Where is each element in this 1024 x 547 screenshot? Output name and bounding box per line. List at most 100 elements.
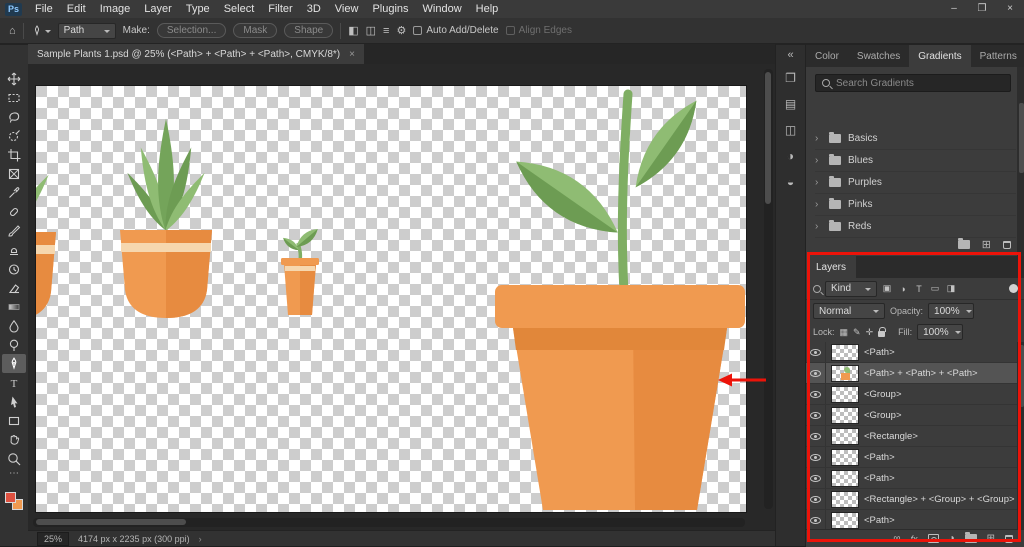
tab-swatches[interactable]: Swatches [848,45,909,67]
gradient-folder-purples[interactable]: › Purples [815,172,1016,194]
layer-row[interactable]: <Path> [806,447,1017,468]
visibility-cell[interactable] [806,426,826,446]
close-tab-icon[interactable]: × [349,49,355,60]
document-tab[interactable]: Sample Plants 1.psd @ 25% (<Path> + <Pat… [28,44,364,64]
filter-shape-icon[interactable]: ▭ [929,283,941,294]
tool-brush[interactable] [2,221,26,240]
new-layer-icon[interactable]: ⊞ [987,533,995,544]
align-edges-checkbox[interactable]: Align Edges [506,25,572,36]
lock-transparency-icon[interactable]: ▦ [840,327,849,338]
scrollbar-thumb[interactable] [765,72,771,204]
layer-row[interactable]: <Group> [806,384,1017,405]
zoom-level[interactable]: 25% [37,532,69,546]
new-gradient-icon[interactable]: ⊞ [982,238,991,251]
delete-layer-icon[interactable] [1005,535,1013,543]
visibility-eye-icon[interactable] [810,475,821,482]
tool-object-selection[interactable] [2,126,26,145]
menu-window[interactable]: Window [416,0,469,18]
tool-dodge[interactable] [2,335,26,354]
layer-thumbnail[interactable] [832,429,858,444]
fill-dropdown[interactable]: 100% [917,324,963,340]
scrollbar-thumb[interactable] [1019,345,1024,407]
tab-patterns[interactable]: Patterns [971,45,1024,67]
visibility-eye-icon[interactable] [810,517,821,524]
layer-row[interactable]: <Group> [806,405,1017,426]
tool-pen[interactable] [2,354,26,373]
visibility-cell[interactable] [806,342,826,362]
tab-gradients[interactable]: Gradients [909,45,970,67]
collapsed-panel-icon[interactable]: ◫ [785,117,796,143]
restore-button[interactable]: ❐ [968,0,996,18]
menu-layer[interactable]: Layer [137,0,179,18]
menu-filter[interactable]: Filter [261,0,299,18]
visibility-eye-icon[interactable] [810,496,821,503]
new-group-icon[interactable] [965,534,977,543]
search-gradients-input[interactable] [836,78,1004,89]
visibility-eye-icon[interactable] [810,349,821,356]
menu-type[interactable]: Type [179,0,217,18]
menu-plugins[interactable]: Plugins [365,0,415,18]
tool-move[interactable] [2,69,26,88]
tool-crop[interactable] [2,145,26,164]
chevron-right-icon[interactable]: › [815,155,822,166]
layers-scrollbar[interactable] [1017,342,1024,529]
canvas-vertical-scrollbar[interactable] [764,69,773,509]
layer-thumbnail[interactable] [832,513,858,528]
visibility-eye-icon[interactable] [810,454,821,461]
canvas-document[interactable] [36,86,746,512]
visibility-cell[interactable] [806,510,826,529]
gradients-scrollbar[interactable] [1017,67,1024,256]
link-layers-icon[interactable]: ∞ [893,533,900,544]
canvas-horizontal-scrollbar[interactable] [33,518,745,527]
tool-zoom[interactable] [2,449,26,468]
lock-all-icon[interactable] [878,331,885,337]
canvas-area[interactable] [28,64,775,530]
make-mask-button[interactable]: Mask [233,23,277,38]
collapsed-panel-icon[interactable]: ❐ [785,65,796,91]
menu-file[interactable]: File [28,0,60,18]
gradient-folder-reds[interactable]: › Reds [815,216,1016,238]
make-selection-button[interactable]: Selection... [157,23,226,38]
visibility-cell[interactable] [806,489,826,509]
visibility-cell[interactable] [806,447,826,467]
menu-view[interactable]: View [328,0,366,18]
visibility-cell[interactable] [806,468,826,488]
gradient-folder-basics[interactable]: › Basics [815,128,1016,150]
chevron-right-icon[interactable]: › [815,177,822,188]
lock-position-icon[interactable]: ✛ [866,327,874,338]
tool-type[interactable]: T [2,373,26,392]
tool-marquee[interactable] [2,88,26,107]
blend-mode-dropdown[interactable]: Normal [813,303,885,319]
layer-thumbnail[interactable] [832,408,858,423]
layer-effects-icon[interactable]: fx [911,534,918,544]
close-button[interactable]: × [996,0,1024,18]
layer-thumbnail[interactable] [832,492,858,507]
tool-healing-brush[interactable] [2,202,26,221]
delete-icon[interactable] [1003,241,1011,249]
menu-edit[interactable]: Edit [60,0,93,18]
tool-frame[interactable] [2,164,26,183]
tool-path-selection[interactable] [2,392,26,411]
tab-color[interactable]: Color [806,45,848,67]
layer-row-selected[interactable]: <Path> + <Path> + <Path> [806,363,1017,384]
chevron-right-icon[interactable]: › [199,534,202,544]
menu-3d[interactable]: 3D [300,0,328,18]
layer-row[interactable]: <Rectangle> + <Group> + <Group> [806,489,1017,510]
pen-tool-preset-icon[interactable] [31,25,51,37]
layer-thumbnail[interactable] [832,387,858,402]
scrollbar-thumb[interactable] [1019,103,1024,173]
new-group-icon[interactable] [958,240,970,249]
visibility-cell[interactable] [806,363,826,383]
home-icon[interactable]: ⌂ [9,25,16,37]
path-operations-icon[interactable]: ◧ [348,25,358,37]
gradient-folder-blues[interactable]: › Blues [815,150,1016,172]
layer-thumbnail[interactable] [832,366,858,381]
visibility-eye-icon[interactable] [810,433,821,440]
visibility-cell[interactable] [806,384,826,404]
scrollbar-thumb[interactable] [36,519,186,525]
tool-blur[interactable] [2,316,26,335]
add-mask-icon[interactable] [928,534,939,543]
filter-adjustment-icon[interactable]: ◑ [897,284,909,294]
visibility-eye-icon[interactable] [810,391,821,398]
tool-hand[interactable] [2,430,26,449]
